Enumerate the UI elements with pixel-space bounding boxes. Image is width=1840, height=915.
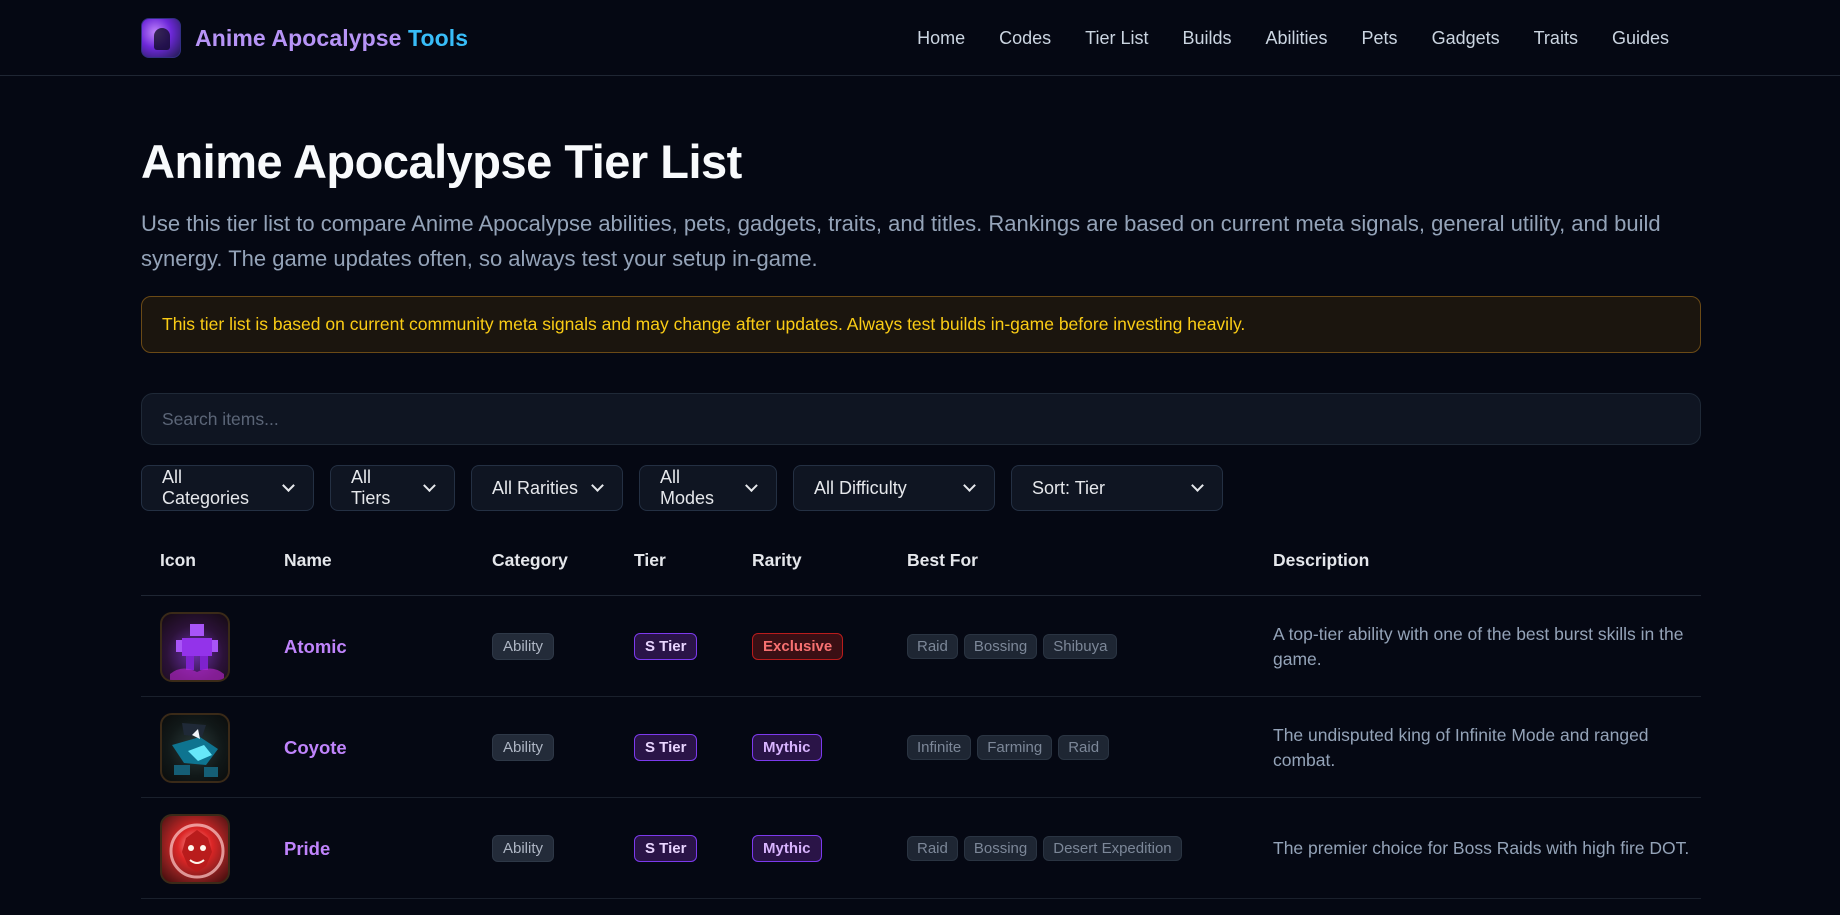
intro-text: Use this tier list to compare Anime Apoc…	[141, 211, 1661, 271]
category-badge: Ability	[492, 633, 555, 660]
nav-codes[interactable]: Codes	[982, 24, 1068, 53]
difficulty-filter-label: All Difficulty	[814, 477, 907, 498]
best-for-tags: Infinite Farming Raid	[907, 735, 1110, 760]
chevron-down-icon	[963, 479, 976, 492]
best-for-tag: Bossing	[963, 634, 1038, 659]
tier-badge: S Tier	[634, 633, 698, 660]
rarity-filter-label: All Rarities	[492, 477, 579, 498]
best-for-tags: Raid Bossing Shibuya	[907, 634, 1118, 659]
nav-home[interactable]: Home	[900, 24, 982, 53]
coyote-icon	[160, 712, 230, 783]
nav-abilities[interactable]: Abilities	[1249, 24, 1345, 53]
item-description: The undisputed king of Infinite Mode and…	[1273, 724, 1649, 770]
category-filter-select[interactable]: All Categories	[141, 465, 314, 511]
coyote-figure-icon	[172, 722, 218, 777]
best-for-tag: Raid	[1058, 735, 1110, 760]
best-for-tag: Farming	[977, 735, 1053, 760]
column-header-rarity: Rarity	[752, 550, 802, 570]
sort-select[interactable]: Sort: Tier	[1011, 465, 1223, 511]
item-name-link[interactable]: Atomic	[284, 636, 347, 658]
item-name-link[interactable]: Pride	[284, 838, 330, 860]
atomic-icon	[160, 611, 230, 682]
table-header: Icon Name Category Tier Rarity Best For …	[141, 535, 1701, 596]
brand-name-part2: Tools	[408, 24, 469, 51]
nav-traits[interactable]: Traits	[1517, 24, 1595, 53]
category-badge: Ability	[492, 734, 555, 761]
nav-pets[interactable]: Pets	[1345, 24, 1415, 53]
difficulty-filter-select[interactable]: All Difficulty	[793, 465, 995, 511]
rarity-badge: Mythic	[752, 835, 822, 862]
best-for-tags: Raid Bossing Desert Expedition	[907, 836, 1182, 861]
table-row[interactable]: Pride Ability S Tier Mythic Raid Bossing…	[141, 798, 1701, 899]
column-header-description: Description	[1273, 550, 1370, 570]
filter-bar: All Categories All Tiers All Rarities Al…	[141, 465, 1223, 511]
best-for-tag: Raid	[907, 634, 958, 659]
chevron-down-icon	[591, 479, 604, 492]
category-filter-label: All Categories	[162, 467, 250, 508]
rarity-badge: Mythic	[752, 734, 822, 761]
nav-guides[interactable]: Guides	[1595, 24, 1686, 53]
nav-tier-list[interactable]: Tier List	[1068, 24, 1165, 53]
meta-notice-banner: This tier list is based on current commu…	[141, 296, 1701, 353]
brand-name: Anime Apocalypse Tools	[195, 25, 468, 52]
best-for-tag: Bossing	[963, 836, 1038, 861]
sort-label: Sort: Tier	[1032, 477, 1106, 498]
category-badge: Ability	[492, 835, 555, 862]
brand-name-part1: Anime Apocalypse	[195, 24, 402, 51]
column-header-best-for: Best For	[907, 550, 978, 570]
pride-lion-icon	[169, 823, 225, 878]
mode-filter-select[interactable]: All Modes	[639, 465, 777, 511]
item-name-link[interactable]: Coyote	[284, 737, 347, 759]
rarity-filter-select[interactable]: All Rarities	[471, 465, 623, 511]
best-for-tag: Infinite	[907, 735, 972, 760]
column-header-icon: Icon	[160, 550, 196, 570]
best-for-tag: Desert Expedition	[1043, 836, 1182, 861]
item-description: A top-tier ability with one of the best …	[1273, 623, 1684, 669]
item-description: The premier choice for Boss Raids with h…	[1273, 838, 1690, 858]
tier-filter-select[interactable]: All Tiers	[330, 465, 455, 511]
tier-badge: S Tier	[634, 835, 698, 862]
table-row[interactable]: Atomic Ability S Tier Exclusive Raid Bos…	[141, 596, 1701, 697]
atomic-figure-icon	[170, 623, 224, 680]
pride-icon	[160, 813, 230, 884]
mode-filter-label: All Modes	[660, 467, 715, 508]
best-for-tag: Shibuya	[1043, 634, 1118, 659]
brand-link[interactable]: Anime Apocalypse Tools	[141, 18, 468, 58]
column-header-category: Category	[492, 550, 568, 570]
chevron-down-icon	[1191, 479, 1204, 492]
column-header-name: Name	[284, 550, 332, 570]
top-navigation-bar: Anime Apocalypse Tools Home Codes Tier L…	[0, 0, 1840, 76]
tier-list-table: Icon Name Category Tier Rarity Best For …	[141, 535, 1701, 899]
nav-builds[interactable]: Builds	[1165, 24, 1248, 53]
chevron-down-icon	[282, 479, 295, 492]
tier-badge: S Tier	[634, 734, 698, 761]
rarity-badge: Exclusive	[752, 633, 844, 660]
column-header-tier: Tier	[634, 550, 666, 570]
search-input[interactable]	[141, 393, 1701, 445]
chevron-down-icon	[745, 479, 758, 492]
table-row[interactable]: Coyote Ability S Tier Mythic Infinite Fa…	[141, 697, 1701, 798]
tier-filter-label: All Tiers	[351, 467, 391, 508]
page-title: Anime Apocalypse Tier List	[141, 135, 742, 188]
nav-gadgets[interactable]: Gadgets	[1415, 24, 1517, 53]
brand-logo-icon	[141, 18, 181, 58]
best-for-tag: Raid	[907, 836, 958, 861]
chevron-down-icon	[423, 479, 436, 492]
main-nav: Home Codes Tier List Builds Abilities Pe…	[900, 24, 1686, 53]
